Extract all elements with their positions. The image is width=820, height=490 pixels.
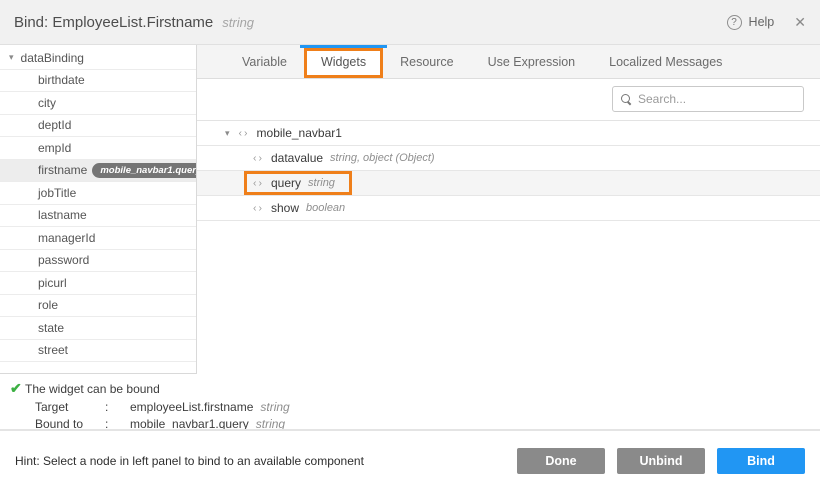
tab-resource[interactable]: Resource (383, 45, 471, 78)
tree-node-query[interactable]: query string (197, 171, 820, 196)
tab-label: Resource (400, 55, 454, 69)
sidebar-item-label: state (38, 321, 64, 335)
tab-use-expression[interactable]: Use Expression (471, 45, 593, 78)
widget-tree: mobile_navbar1 datavalue string, object … (197, 120, 820, 221)
sidebar-item-label: birthdate (38, 73, 85, 87)
sidebar-item-lastname[interactable]: lastname (0, 205, 196, 228)
tab-variable[interactable]: Variable (225, 45, 304, 78)
tab-widgets[interactable]: Widgets (304, 45, 383, 78)
tree-node-datavalue[interactable]: datavalue string, object (Object) (197, 146, 820, 171)
tab-bar: Variable Widgets Resource Use Expression… (197, 45, 820, 79)
hint-text: Hint: Select a node in left panel to bin… (15, 454, 364, 468)
status-value: employeeList.firstname (130, 400, 253, 414)
sidebar-item-clipped[interactable] (0, 362, 196, 374)
status-target-row: Target : employeeList.firstname string (0, 400, 560, 414)
success-check-icon (0, 380, 25, 397)
sidebar-item-street[interactable]: street (0, 340, 196, 363)
sidebar-item-label: empId (38, 141, 71, 155)
bind-button[interactable]: Bind (717, 448, 805, 474)
tab-label: Widgets (321, 55, 366, 69)
search-input[interactable] (638, 92, 788, 106)
search-area (612, 86, 804, 112)
sidebar-item-jobtitle[interactable]: jobTitle (0, 182, 196, 205)
search-box[interactable] (612, 86, 804, 112)
sidebar-item-label: password (38, 253, 89, 267)
sidebar-item-label: dataBinding (21, 51, 84, 65)
tab-label: Use Expression (488, 55, 576, 69)
dialog-header: Bind: EmployeeList.Firstname string Help (0, 0, 820, 45)
binding-source-panel: Variable Widgets Resource Use Expression… (197, 45, 820, 429)
tree-node-label: mobile_navbar1 (257, 126, 342, 140)
sidebar-item-label: role (38, 298, 58, 312)
tree-node-show[interactable]: show boolean (197, 196, 820, 221)
sidebar-item-label: firstname (38, 163, 87, 177)
sidebar-item-birthdate[interactable]: birthdate (0, 70, 196, 93)
sidebar-item-empid[interactable]: empId (0, 137, 196, 160)
sidebar-item-label: street (38, 343, 68, 357)
sidebar-item-label: city (38, 96, 56, 110)
unbind-button[interactable]: Unbind (617, 448, 705, 474)
code-icon (253, 202, 264, 214)
code-icon (253, 152, 264, 164)
code-icon (239, 127, 250, 139)
sidebar-item-picurl[interactable]: picurl (0, 272, 196, 295)
caret-down-icon[interactable] (9, 52, 14, 63)
sidebar-item-deptid[interactable]: deptId (0, 115, 196, 138)
sidebar-item-label: lastname (38, 208, 87, 222)
done-button[interactable]: Done (517, 448, 605, 474)
help-icon[interactable] (727, 15, 742, 30)
tree-node-label: show (271, 201, 299, 215)
sidebar-item-city[interactable]: city (0, 92, 196, 115)
tree-node-mobile-navbar1[interactable]: mobile_navbar1 (197, 121, 820, 146)
dialog-title-type: string (222, 15, 254, 30)
sidebar-item-managerid[interactable]: managerId (0, 227, 196, 250)
sidebar-item-role[interactable]: role (0, 295, 196, 318)
sidebar-item-label: deptId (38, 118, 71, 132)
caret-down-icon[interactable] (225, 128, 230, 139)
sidebar-item-password[interactable]: password (0, 250, 196, 273)
tree-node-type: boolean (306, 202, 345, 214)
header-actions: Help (727, 14, 806, 31)
tree-node-label: datavalue (271, 151, 323, 165)
dialog-footer: Hint: Select a node in left panel to bin… (0, 429, 820, 490)
close-icon[interactable] (794, 14, 806, 31)
tab-localized-messages[interactable]: Localized Messages (592, 45, 739, 78)
tab-label: Variable (242, 55, 287, 69)
tab-label: Localized Messages (609, 55, 722, 69)
sidebar-item-label: picurl (38, 276, 67, 290)
tree-node-label: query (271, 176, 301, 190)
sidebar-item-label: managerId (38, 231, 95, 245)
code-icon (253, 177, 264, 189)
help-link[interactable]: Help (749, 15, 775, 29)
status-message: The widget can be bound (25, 382, 160, 396)
binding-status: The widget can be bound Target : employe… (0, 380, 560, 431)
highlight-annotation: query string (244, 171, 352, 195)
status-value-type: string (260, 400, 289, 414)
status-separator: : (105, 400, 130, 414)
footer-buttons: Done Unbind Bind (505, 448, 805, 474)
dialog-title: Bind: EmployeeList.Firstname (14, 14, 213, 31)
sidebar-item-firstname[interactable]: firstname mobile_navbar1.query (0, 160, 196, 183)
status-key: Target (35, 400, 105, 414)
tree-node-type: string, object (Object) (330, 152, 435, 164)
sidebar-item-state[interactable]: state (0, 317, 196, 340)
sidebar-item-label: jobTitle (38, 186, 76, 200)
sidebar-item-databinding[interactable]: dataBinding (0, 47, 196, 70)
active-tab-indicator (300, 45, 387, 48)
tree-node-type: string (308, 177, 335, 189)
data-binding-panel: dataBinding birthdate city deptId empId … (0, 45, 197, 374)
search-icon (621, 94, 631, 104)
bound-widget-badge: mobile_navbar1.query (92, 163, 197, 178)
